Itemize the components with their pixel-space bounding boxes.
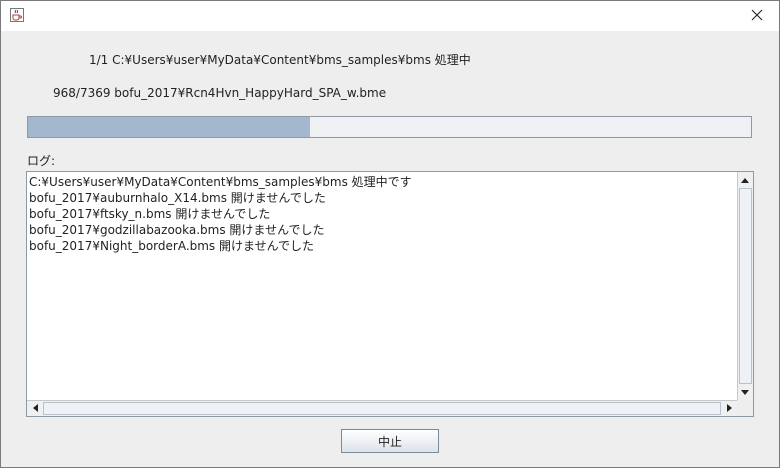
scroll-up-arrow-icon[interactable] [738, 173, 752, 187]
close-button[interactable] [735, 1, 779, 31]
scroll-left-arrow-icon[interactable] [28, 401, 42, 415]
overall-status-text: 1/1 C:¥Users¥user¥MyData¥Content¥bms_sam… [89, 53, 471, 67]
scroll-down-arrow-icon[interactable] [738, 385, 752, 399]
progress-dialog: 1/1 C:¥Users¥user¥MyData¥Content¥bms_sam… [0, 0, 780, 468]
log-label: ログ: [27, 154, 56, 168]
log-line: bofu_2017¥auburnhalo_X14.bms 開けませんでした [29, 191, 326, 205]
scroll-corner [737, 400, 753, 416]
log-line: bofu_2017¥godzillabazooka.bms 開けませんでした [29, 223, 325, 237]
log-line: bofu_2017¥ftsky_n.bms 開けませんでした [29, 207, 271, 221]
progress-bar [27, 116, 752, 138]
vertical-scroll-thumb[interactable] [739, 188, 752, 384]
log-line: C:¥Users¥user¥MyData¥Content¥bms_samples… [29, 175, 412, 189]
stop-button[interactable]: 中止 [341, 429, 439, 453]
stop-button-label: 中止 [377, 434, 402, 449]
vertical-scrollbar[interactable] [737, 172, 753, 400]
log-text-area[interactable]: C:¥Users¥user¥MyData¥Content¥bms_samples… [26, 171, 754, 417]
progress-bar-fill [28, 117, 310, 137]
current-file-text: 968/7369 bofu_2017¥Rcn4Hvn_HappyHard_SPA… [53, 86, 387, 100]
title-bar[interactable] [1, 1, 779, 31]
java-cup-icon [10, 8, 24, 22]
log-line: bofu_2017¥Night_borderA.bms 開けませんでした [29, 239, 315, 253]
log-lines: C:¥Users¥user¥MyData¥Content¥bms_samples… [29, 174, 735, 398]
horizontal-scroll-thumb[interactable] [43, 402, 721, 415]
scroll-right-arrow-icon[interactable] [722, 401, 736, 415]
horizontal-scrollbar[interactable] [27, 400, 737, 416]
close-icon [751, 9, 763, 24]
